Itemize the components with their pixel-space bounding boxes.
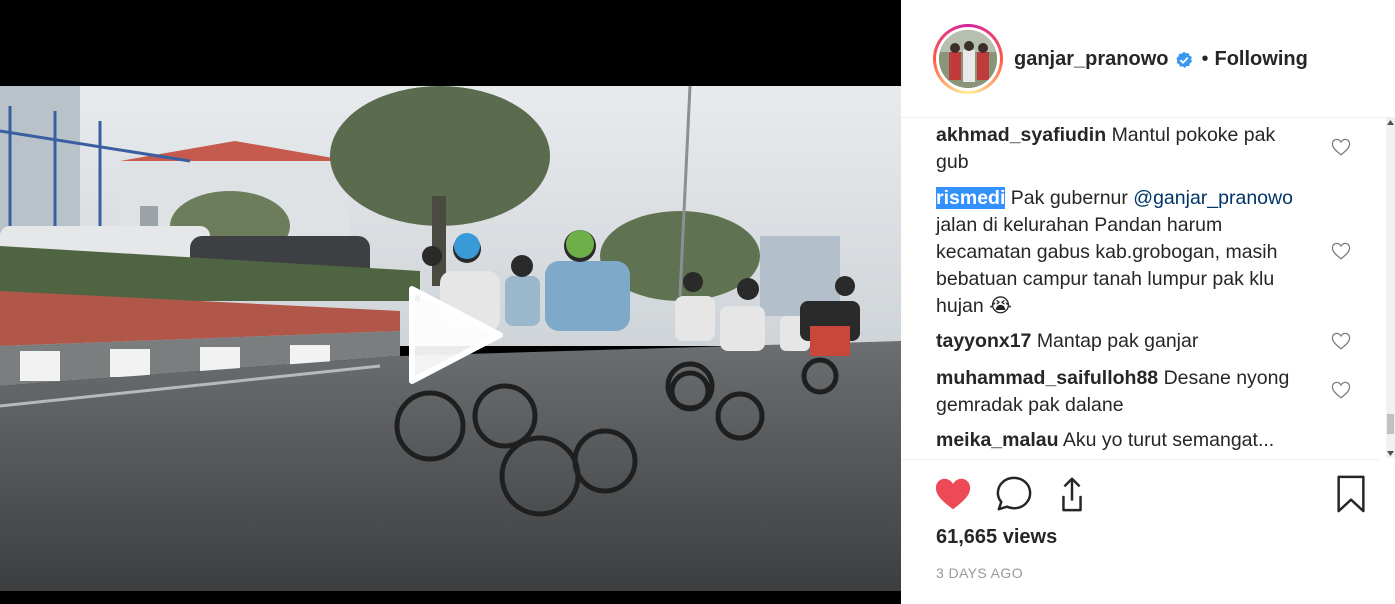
share-icon[interactable] [1053, 475, 1091, 513]
scroll-down-arrow-icon[interactable] [1386, 449, 1395, 458]
comments-list[interactable]: akhmad_syafiudin Mantul pokoke pak gub r… [901, 118, 1379, 458]
comment-username[interactable]: tayyonx17 [936, 330, 1031, 352]
comment-username[interactable]: rismedi [936, 187, 1006, 209]
views-number: 61,665 [936, 526, 998, 548]
views-count: 61,665 views [936, 526, 1057, 549]
author-username[interactable]: ganjar_pranowo [1014, 48, 1168, 71]
heart-outline-icon[interactable] [1331, 381, 1351, 399]
comment-text: Mantap pak ganjar [1036, 330, 1199, 352]
comment-item: muhammad_saifulloh88 Desane nyong gemrad… [936, 365, 1308, 419]
comment-text: Aku yo turut semangat... [1062, 429, 1275, 451]
verified-badge-icon [1176, 51, 1193, 68]
comment-username[interactable]: muhammad_saifulloh88 [936, 367, 1158, 389]
comment-item: akhmad_syafiudin Mantul pokoke pak gub [936, 122, 1308, 176]
comment-mention-link[interactable]: @ganjar_pranowo [1133, 187, 1293, 209]
crying-emoji: 😭 [989, 295, 1012, 317]
heart-outline-icon[interactable] [1331, 332, 1351, 350]
comment-item: meika_malau Aku yo turut semangat... [936, 427, 1308, 454]
heart-outline-icon[interactable] [1331, 138, 1351, 156]
post-header: ganjar_pranowo • Following [901, 0, 1395, 118]
post-side-panel: ganjar_pranowo • Following akhmad_syafiu… [901, 0, 1395, 604]
avatar-border [936, 27, 1000, 91]
scrollbar-thumb[interactable] [1387, 414, 1394, 434]
comment-username[interactable]: akhmad_syafiudin [936, 124, 1106, 146]
heart-filled-icon[interactable] [934, 475, 972, 513]
comment-text: jalan di kelurahan Pandan harum kecamata… [936, 214, 1278, 317]
bookmark-icon[interactable] [1332, 475, 1370, 513]
comments-scrollbar[interactable] [1386, 118, 1395, 458]
author-line: ganjar_pranowo • Following [1014, 48, 1308, 71]
comment-icon[interactable] [995, 475, 1033, 513]
comment-text: Pak gubernur [1010, 187, 1128, 209]
comment-username[interactable]: meika_malau [936, 429, 1059, 451]
views-label: views [1002, 526, 1058, 548]
post-timestamp[interactable]: 3 DAYS AGO [936, 565, 1023, 581]
following-button[interactable]: Following [1215, 48, 1308, 71]
avatar[interactable] [933, 24, 1003, 94]
avatar-image [939, 30, 997, 88]
heart-outline-icon[interactable] [1331, 242, 1351, 260]
play-icon[interactable] [404, 285, 504, 385]
video-panel[interactable] [0, 0, 901, 604]
comment-item: rismedi Pak gubernur @ganjar_pranowo jal… [936, 185, 1308, 320]
comment-item: tayyonx17 Mantap pak ganjar [936, 328, 1308, 355]
avatar-photo [939, 30, 997, 88]
separator-dot: • [1201, 48, 1209, 70]
post-actions-bar [901, 459, 1379, 529]
scroll-up-arrow-icon[interactable] [1386, 118, 1395, 127]
